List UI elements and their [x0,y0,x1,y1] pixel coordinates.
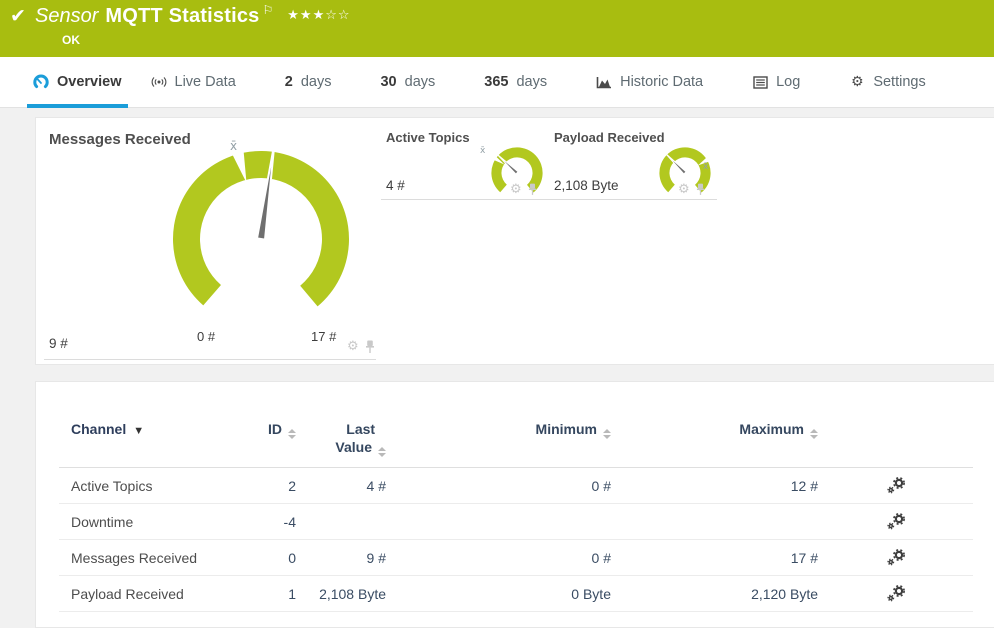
channel-settings-gears-icon[interactable] [886,585,906,602]
gauge-scale-min: 0 # [197,329,216,344]
pin-icon[interactable] [365,340,375,354]
tab-bar: Overview Live Data 2 days 30 days 365 da… [0,57,994,108]
sort-arrows-icon [288,429,296,439]
column-header-minimum[interactable]: Minimum [386,420,611,439]
channel-minimum: 0 # [591,549,611,566]
sort-arrows-icon [810,429,818,439]
table-row[interactable]: Active Topics 2 4 # 0 # 12 # [59,468,973,504]
priority-stars[interactable]: ★★★☆☆ [287,8,350,23]
channel-id: 1 [288,585,296,602]
object-kind-label: Sensor [35,5,99,27]
channel-settings-gears-icon[interactable] [886,477,906,494]
table-row[interactable]: Messages Received 0 9 # 0 # 17 # [59,540,973,576]
column-header-channel[interactable]: Channel ▼ [59,420,251,440]
primary-gauge-value: 9 # [49,336,68,351]
chevron-down-icon: ▼ [133,425,145,437]
channel-last-value: 4 # [366,477,386,494]
mini-gauge-payload-received: Payload Received x̄ 2,108 Byte ⚙ [549,130,717,202]
sensor-status-bar: ✔ Sensor MQTT Statistics ⚐ ★★★☆☆ OK [0,0,994,57]
tab-30-days[interactable]: 30 days [380,57,435,107]
channel-minimum: 0 Byte [571,585,611,602]
mini-gauge-value: 2,108 Byte [554,178,619,193]
channel-name[interactable]: Payload Received [59,586,251,602]
status-badge: OK [62,33,80,47]
channel-maximum: 12 # [790,477,818,494]
mini-gauge-value: 4 # [386,178,405,193]
table-row[interactable]: Payload Received 1 2,108 Byte 0 Byte 2,1… [59,576,973,612]
gear-icon: ⚙ [851,74,864,90]
channel-maximum: 2,120 Byte [751,585,818,602]
gauge-scale-max: 17 # [311,329,337,344]
mini-gauge-active-topics: Active Topics x̄ 4 # ⚙ [381,130,549,202]
page-title: MQTT Statistics [105,5,260,27]
channel-name[interactable]: Messages Received [59,550,251,566]
tab-live-data[interactable]: Live Data [151,57,236,107]
overview-content: Messages Received x̄ 0 # 17 # 9 # ⚙ Acti… [0,108,994,628]
channel-last-value: 2,108 Byte [319,585,386,602]
channel-id: 0 [288,549,296,566]
channels-table: Channel▼ ID Last Value Minimum Maximum [59,420,973,612]
messages-received-gauge [173,142,350,307]
tab-2-days[interactable]: 2 days [285,57,332,107]
tab-365-days[interactable]: 365 days [484,57,547,107]
sort-arrows-icon [603,429,611,439]
channel-last-value: 9 # [366,549,386,566]
channel-name[interactable]: Active Topics [59,478,251,494]
channel-name[interactable]: Downtime [59,514,251,530]
broadcast-icon [151,74,167,90]
log-icon [752,74,768,90]
channel-maximum: 17 # [790,549,818,566]
column-header-id[interactable]: ID [251,420,296,439]
channel-settings-gears-icon[interactable] [886,549,906,566]
gauge-settings-gear-icon[interactable]: ⚙ [678,182,690,197]
gauge-icon [33,74,49,90]
status-ok-check-icon: ✔ [10,5,26,27]
historic-chart-icon [596,74,612,90]
gauges-card: Messages Received x̄ 0 # 17 # 9 # ⚙ Acti… [35,117,994,365]
channel-minimum: 0 # [591,477,611,494]
channel-settings-gears-icon[interactable] [886,513,906,530]
gauge-settings-gear-icon[interactable]: ⚙ [510,182,522,197]
sort-arrows-icon [378,447,386,457]
channel-id: -4 [283,513,296,530]
pin-icon[interactable] [696,183,705,196]
channels-table-card: Channel▼ ID Last Value Minimum Maximum [35,381,994,628]
tab-historic-data[interactable]: Historic Data [596,57,703,107]
average-marker: x̄ [480,146,486,156]
average-marker: x̄ [230,139,238,153]
column-header-last-value[interactable]: Last Value [296,420,386,457]
gauge-settings-gear-icon[interactable]: ⚙ [347,339,359,354]
column-header-maximum[interactable]: Maximum [611,420,818,439]
tab-settings[interactable]: ⚙ Settings [849,57,926,107]
channel-id: 2 [288,477,296,494]
tab-overview[interactable]: Overview [27,57,127,108]
average-marker: x̄ [703,162,709,172]
tab-log[interactable]: Log [752,57,800,107]
flag-icon[interactable]: ⚐ [263,3,274,17]
table-header-row: Channel ▼ ID Last Value Minimum Maximum [59,420,973,468]
pin-icon[interactable] [528,183,537,196]
table-row[interactable]: Downtime -4 [59,504,973,540]
